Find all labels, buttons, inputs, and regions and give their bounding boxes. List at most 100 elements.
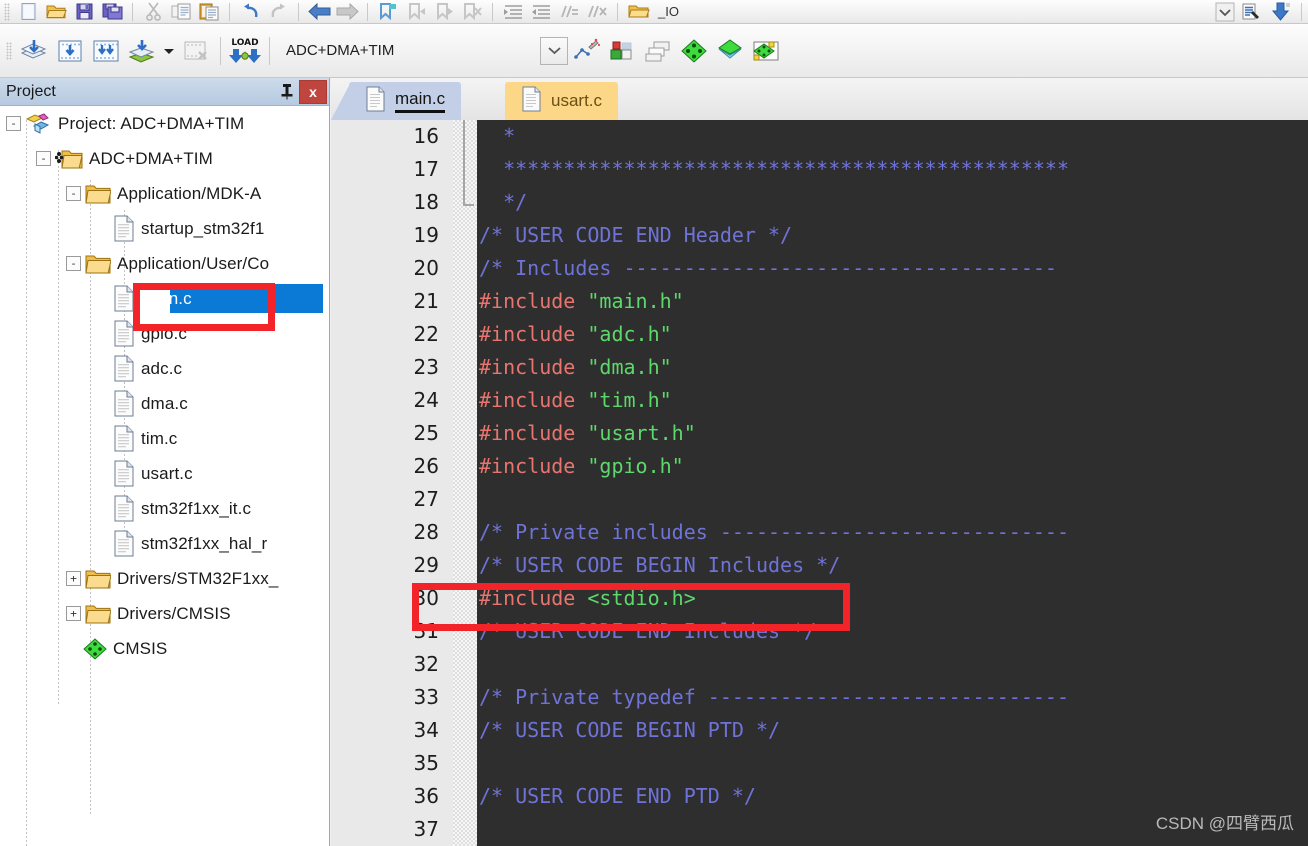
download-icon[interactable]: LOAD: [227, 33, 263, 69]
pin-icon[interactable]: [275, 81, 299, 103]
cut-icon[interactable]: [139, 0, 167, 24]
code-line[interactable]: /* Includes ----------------------------…: [477, 252, 1308, 285]
collapse-icon[interactable]: -: [66, 256, 81, 271]
pack-installer-icon[interactable]: [676, 33, 712, 69]
code-line[interactable]: /* USER CODE END Includes */: [477, 615, 1308, 648]
code-line[interactable]: #include "main.h": [477, 285, 1308, 318]
open-file-icon[interactable]: [42, 0, 70, 24]
redo-icon[interactable]: [264, 0, 292, 24]
save-icon[interactable]: [70, 0, 98, 24]
build-target-icon[interactable]: [52, 33, 88, 69]
rebuild-all-icon[interactable]: [88, 33, 124, 69]
code-line[interactable]: /* USER CODE END Header */: [477, 219, 1308, 252]
translate-file-icon[interactable]: [16, 33, 52, 69]
manage-project-items-icon[interactable]: [748, 33, 784, 69]
tree-item-project-adc-dma-tim[interactable]: - Project: ADC+DMA+TIM: [0, 106, 329, 141]
bookmark-clear-icon[interactable]: [458, 0, 486, 24]
tab-main-c[interactable]: main.c: [349, 82, 462, 120]
tree-item-stm32f1xx-it-c[interactable]: stm32f1xx_it.c: [0, 491, 329, 526]
outdent-icon[interactable]: [527, 0, 555, 24]
batch-build-icon[interactable]: [124, 33, 160, 69]
tree-item-adc-c[interactable]: adc.c: [0, 351, 329, 386]
collapse-icon[interactable]: -: [66, 186, 81, 201]
code-line[interactable]: #include "adc.h": [477, 318, 1308, 351]
batch-build-dropdown-icon[interactable]: [160, 39, 178, 63]
copy-icon[interactable]: [167, 0, 195, 24]
code-line[interactable]: [477, 648, 1308, 681]
tree-item-drivers-stm32f1xx-[interactable]: + Drivers/STM32F1xx_: [0, 561, 329, 596]
new-file-icon[interactable]: [14, 0, 42, 24]
collapse-icon[interactable]: -: [36, 151, 51, 166]
code-line[interactable]: #include "tim.h": [477, 384, 1308, 417]
code-line[interactable]: #include <stdio.h>: [477, 582, 1308, 615]
code-editor[interactable]: 16 17 18 19 20 21 22 23 24 25 26 27 28 29 30 31 32 33 34 35…: [331, 120, 1308, 846]
tree-item-stm32f1xx-hal-r[interactable]: stm32f1xx_hal_r: [0, 526, 329, 561]
tree-item-dma-c[interactable]: dma.c: [0, 386, 329, 421]
code-folding-column[interactable]: [453, 120, 477, 846]
target-options-icon[interactable]: [568, 33, 604, 69]
tree-item-usart-c[interactable]: usart.c: [0, 456, 329, 491]
tree-item-cmsis[interactable]: CMSIS: [0, 631, 329, 666]
tree-item-adc-dma-tim[interactable]: - ADC+DMA+TIM: [0, 141, 329, 176]
paste-icon[interactable]: [195, 0, 223, 24]
insert-icon[interactable]: [1267, 0, 1295, 24]
toolbar-grip[interactable]: [6, 41, 12, 60]
undo-icon[interactable]: [236, 0, 264, 24]
bookmark-toggle-icon[interactable]: [374, 0, 402, 24]
tab-usart-c[interactable]: usart.c: [505, 82, 619, 120]
tree-item-gpio-c[interactable]: gpio.c: [0, 316, 329, 351]
project-tree[interactable]: - Project: ADC+DMA+TIM - ADC+DMA+TIM - Applic…: [0, 106, 329, 846]
code-line[interactable]: [477, 483, 1308, 516]
indent-icon[interactable]: [499, 0, 527, 24]
tree-item-startup-stm32f1[interactable]: startup_stm32f1: [0, 211, 329, 246]
find-in-files-icon[interactable]: [624, 0, 652, 24]
find-dropdown-icon[interactable]: [1211, 0, 1239, 24]
toolbar-separator: [220, 36, 221, 65]
file-icon: [365, 86, 386, 117]
code-line[interactable]: /* USER CODE BEGIN PTD */: [477, 714, 1308, 747]
code-line[interactable]: /* Private includes --------------------…: [477, 516, 1308, 549]
save-all-icon[interactable]: [98, 0, 126, 24]
find-input[interactable]: _IO: [658, 3, 768, 21]
tree-item-tim-c[interactable]: tim.c: [0, 421, 329, 456]
navigate-back-icon[interactable]: [305, 0, 333, 24]
uncomment-icon[interactable]: [583, 0, 611, 24]
expand-icon[interactable]: +: [66, 571, 81, 586]
expand-icon[interactable]: +: [66, 606, 81, 621]
fold-bracket-icon[interactable]: [463, 120, 474, 206]
tree-item-drivers-cmsis[interactable]: + Drivers/CMSIS: [0, 596, 329, 631]
toolbar-grip[interactable]: [4, 2, 10, 21]
target-select[interactable]: ADC+DMA+TIM: [286, 38, 536, 64]
tree-item-application-user-co[interactable]: - Application/User/Co: [0, 246, 329, 281]
tree-item-application-mdk-a[interactable]: - Application/MDK-A: [0, 176, 329, 211]
file-icon: [113, 320, 135, 347]
line-number: 28: [413, 520, 439, 544]
target-select-arrow-icon[interactable]: [540, 36, 568, 65]
bookmark-next-icon[interactable]: [430, 0, 458, 24]
stop-build-icon[interactable]: [178, 33, 214, 69]
code-line[interactable]: #include "gpio.h": [477, 450, 1308, 483]
code-line[interactable]: #include "usart.h": [477, 417, 1308, 450]
tree-item-label: dma.c: [141, 393, 188, 413]
code-line[interactable]: */: [477, 186, 1308, 219]
tree-item-main-c[interactable]: main.c: [0, 281, 329, 316]
code-line[interactable]: /* USER CODE BEGIN Includes */: [477, 549, 1308, 582]
collapse-icon[interactable]: -: [6, 116, 21, 131]
code-line[interactable]: *: [477, 120, 1308, 153]
code-text-area[interactable]: * **************************************…: [477, 120, 1308, 846]
bookmark-prev-icon[interactable]: [402, 0, 430, 24]
comment-icon[interactable]: [555, 0, 583, 24]
line-number: 22: [413, 322, 439, 346]
multi-project-icon[interactable]: [640, 33, 676, 69]
code-line[interactable]: #include "dma.h": [477, 351, 1308, 384]
manage-runtime-icon[interactable]: [604, 33, 640, 69]
file-icon: [113, 215, 135, 242]
navigate-forward-icon[interactable]: [333, 0, 361, 24]
code-token-pp: #include: [479, 289, 588, 313]
code-line[interactable]: [477, 747, 1308, 780]
code-line[interactable]: ****************************************…: [477, 153, 1308, 186]
code-line[interactable]: /* Private typedef ---------------------…: [477, 681, 1308, 714]
close-icon[interactable]: x: [299, 79, 327, 104]
find-options-icon[interactable]: [1239, 0, 1267, 24]
select-software-packs-icon[interactable]: [712, 33, 748, 69]
